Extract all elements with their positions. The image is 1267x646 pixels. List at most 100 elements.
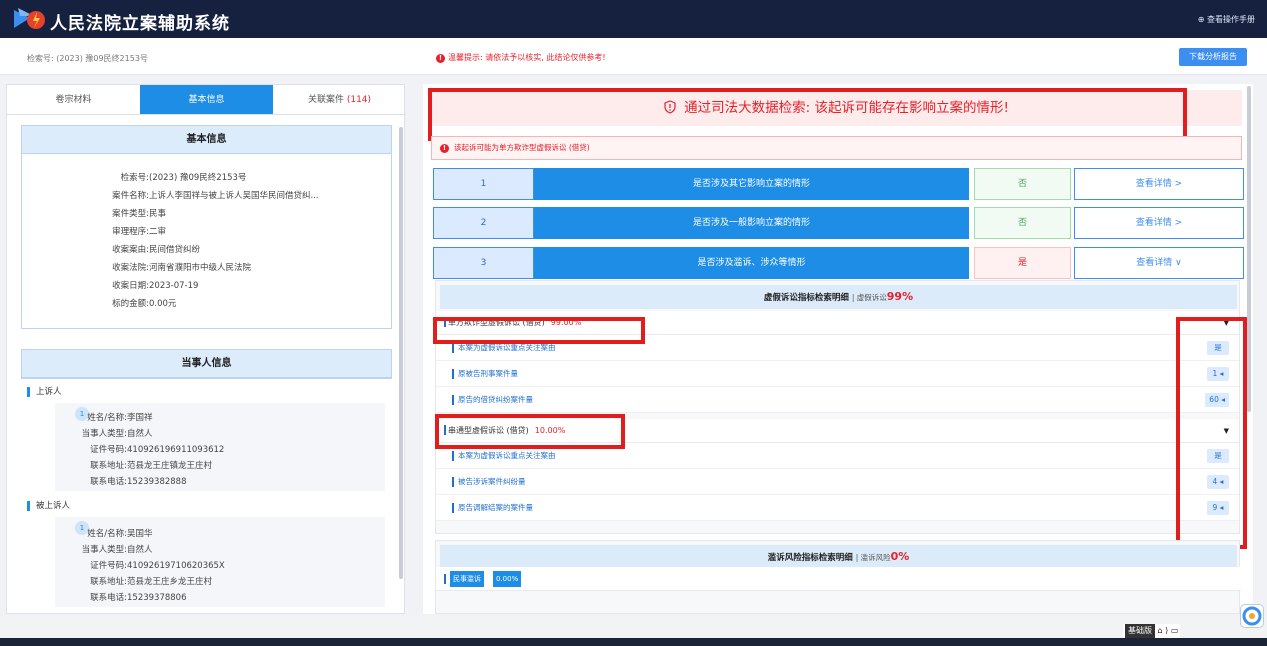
result-panel: 通过司法大数据检索: 该起诉可能存在影响立案的情形! ! 该起诉可能为单方欺诈型虚…: [423, 84, 1253, 614]
field-label: 检索号:: [120, 173, 149, 183]
field-value: 410926196911093612: [127, 445, 225, 455]
check-row-title: 是否涉及其它影响立案的情形: [534, 168, 969, 200]
field-value: 吴国华: [127, 529, 153, 539]
floating-assistant-icon[interactable]: [1240, 604, 1264, 628]
field-value: 41092619710620365X: [127, 561, 225, 571]
abuse-risk-row: 民事滥诉 0.00%: [436, 567, 1241, 591]
left-panel: 卷宗材料 基本信息 关联案件 (114) 基本信息 检索号:(2023) 豫09…: [6, 84, 406, 614]
check-row-number: 3: [433, 247, 534, 279]
field-label: 证件号码:: [90, 445, 127, 455]
field-value: 自然人: [127, 429, 153, 439]
field-label: 收案案由:: [112, 245, 149, 255]
check-row-number: 1: [433, 168, 534, 200]
check-row-number: 2: [433, 207, 534, 239]
assistant-logo-icon: [1242, 606, 1262, 626]
app-logo-icon: [14, 8, 45, 29]
view-details-button[interactable]: 查看详情 >: [1074, 207, 1244, 239]
indicator-row: 原被告刑事案件量 1 ◂: [436, 361, 1239, 387]
appellee-section-label: 被上诉人: [27, 501, 70, 511]
annotation-highlight-box: [1176, 317, 1247, 549]
check-row-2: 2 是否涉及一般影响立案的情形 否 查看详情 >: [433, 207, 1244, 239]
alert-icon: !: [440, 144, 449, 153]
field-row: 案件类型:民事: [89, 207, 166, 219]
annotation-highlight-box: [435, 414, 625, 449]
top-navigation-bar: 人民法院立案辅助系统 ⊕ 查看操作手册: [0, 0, 1267, 38]
field-row: 收案日期:2023-07-19: [89, 279, 198, 291]
abuse-risk-percent: 0%: [890, 550, 910, 563]
field-row: 收案法院:河南省濮阳市中级人民法院: [89, 261, 251, 273]
field-row: 案件名称:上诉人李国祥与被上诉人吴国华民间借贷纠...: [89, 189, 318, 201]
check-row-answer: 是: [974, 247, 1071, 279]
indicator-label: 被告涉诉案件纠纷量: [458, 477, 526, 486]
field-label: 联系地址:: [90, 577, 127, 587]
false-litigation-percent: 99%: [886, 290, 914, 303]
field-label: 联系电话:: [90, 477, 127, 487]
field-label: 案件类型:: [112, 209, 149, 219]
field-row: 联系电话:15239382888: [67, 475, 187, 487]
operation-manual-link[interactable]: ⊕ 查看操作手册: [1198, 14, 1255, 25]
field-label: 案件名称:: [112, 191, 149, 201]
annotation-highlight-box: [428, 88, 1187, 141]
field-row: 联系电话:15239378806: [67, 591, 186, 603]
appellant-section-label: 上诉人: [27, 387, 62, 397]
field-row: 证件号码:410926196911093612: [67, 443, 224, 455]
app-title: 人民法院立案辅助系统: [50, 14, 230, 34]
civil-abuse-chip[interactable]: 民事滥诉: [450, 571, 484, 587]
abuse-risk-detail: 滥诉风险指标检索明细 | 滥诉风险0% 民事滥诉 0.00%: [435, 540, 1241, 614]
field-value: 范县龙王庄镇龙王庄村: [127, 461, 213, 471]
field-value: 2023-07-19: [149, 281, 199, 291]
field-value: 15239382888: [127, 477, 187, 487]
check-row-answer: 否: [974, 168, 1071, 200]
field-row: 姓名/名称:吴国华: [67, 527, 153, 539]
field-row: 检索号:(2023) 豫09民终2153号: [89, 171, 247, 183]
warning-icon: !: [436, 54, 445, 63]
party-info-title: 当事人信息: [22, 350, 391, 378]
check-row-3: 3 是否涉及滥诉、涉众等情形 是 查看详情 ∨: [433, 247, 1244, 279]
warm-tip-text: 温馨提示: 请依法予以核实, 此结论仅供参考!: [448, 53, 606, 62]
view-details-button[interactable]: 查看详情 >: [1074, 168, 1244, 200]
download-report-button[interactable]: 下载分析报告: [1179, 48, 1247, 66]
ime-mode-label[interactable]: 基础版: [1125, 624, 1155, 638]
field-label: 证件号码:: [90, 561, 127, 571]
tab-case-materials[interactable]: 卷宗材料: [7, 85, 140, 115]
indicator-label: 原告调解结案的案件量: [458, 503, 533, 512]
field-value: 自然人: [127, 545, 153, 555]
check-row-title: 是否涉及一般影响立案的情形: [534, 207, 969, 239]
field-label: 姓名/名称:: [87, 529, 127, 539]
indicator-row: 原告的借贷纠纷案件量 60 ◂: [436, 387, 1239, 413]
field-label: 当事人类型:: [81, 545, 127, 555]
check-row-answer: 否: [974, 207, 1071, 239]
check-row-1: 1 是否涉及其它影响立案的情形 否 查看详情 >: [433, 168, 1244, 200]
tab-related-cases[interactable]: 关联案件 (114): [273, 85, 406, 115]
indicator-row: 原告调解结案的案件量 9 ◂: [436, 495, 1239, 521]
basic-info-card: 基本信息: [21, 125, 392, 329]
field-value: 李国祥: [127, 413, 153, 423]
civil-abuse-value: 0.00%: [493, 571, 522, 587]
field-row: 姓名/名称:李国祥: [67, 411, 153, 423]
tab-basic-info[interactable]: 基本信息: [140, 85, 273, 115]
input-method-bar[interactable]: 基础版 ⌂ ⟩ ▭: [1123, 624, 1181, 638]
abuse-risk-header: 滥诉风险指标检索明细 | 滥诉风险0%: [440, 545, 1237, 569]
result-panel-scrollbar[interactable]: [1247, 86, 1251, 412]
field-row: 审理程序:二审: [89, 225, 166, 237]
field-label: 联系地址:: [90, 461, 127, 471]
indicator-label: 原告的借贷纠纷案件量: [458, 395, 533, 404]
field-label: 标的金额:: [112, 299, 149, 309]
field-row: 证件号码:41092619710620365X: [67, 559, 225, 571]
field-row: 当事人类型:自然人: [67, 427, 153, 439]
field-row: 联系地址:范县龙王庄乡龙王庄村: [67, 575, 212, 587]
indicator-row: 被告涉诉案件纠纷量 4 ◂: [436, 469, 1239, 495]
field-label: 收案日期:: [112, 281, 149, 291]
abuse-risk-subtitle: 滥诉风险: [860, 553, 891, 562]
warm-tip: ! 温馨提示: 请依法予以核实, 此结论仅供参考!: [436, 52, 606, 63]
field-row: 收案案由:民间借贷纠纷: [89, 243, 200, 255]
field-label: 审理程序:: [112, 227, 149, 237]
view-details-button[interactable]: 查看详情 ∨: [1074, 247, 1244, 279]
indicator-label: 本案为虚假诉讼重点关注案由: [458, 343, 556, 352]
ime-tool-icons[interactable]: ⌂ ⟩ ▭: [1158, 626, 1179, 635]
left-panel-scrollbar[interactable]: [399, 127, 403, 579]
info-bar: 检索号: (2023) 豫09民终2153号 ! 温馨提示: 请依法予以核实, 此…: [0, 38, 1267, 75]
false-litigation-header: 虚假诉讼指标检索明细 | 虚假诉讼99%: [440, 285, 1237, 309]
field-value: 民事: [149, 209, 167, 219]
indicator-label: 本案为虚假诉讼重点关注案由: [458, 451, 556, 460]
